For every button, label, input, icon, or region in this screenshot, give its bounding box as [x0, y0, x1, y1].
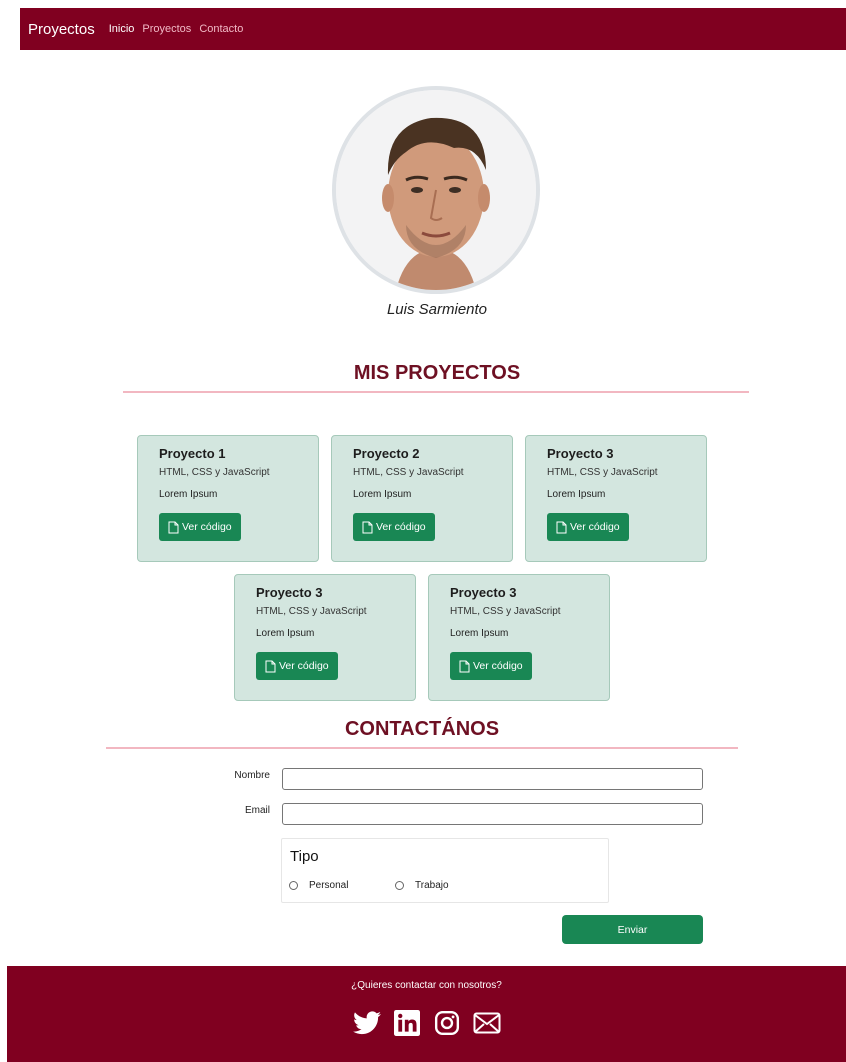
view-code-label: Ver código — [376, 521, 426, 533]
nav-link-proyectos[interactable]: Proyectos — [142, 23, 191, 35]
html-file-icon — [362, 521, 373, 533]
project-card: Proyecto 3 HTML, CSS y JavaScript Lorem … — [525, 435, 707, 562]
navbar-brand[interactable]: Proyectos — [28, 21, 95, 38]
view-code-button[interactable]: Ver código — [450, 652, 532, 680]
email-input[interactable] — [282, 803, 703, 825]
project-title: Proyecto 2 — [353, 446, 420, 461]
html-file-icon — [168, 521, 179, 533]
project-text: Lorem Ipsum — [256, 628, 315, 639]
footer: ¿Quieres contactar con nosotros? — [7, 966, 846, 1062]
project-text: Lorem Ipsum — [450, 628, 509, 639]
nav-link-inicio[interactable]: Inicio — [109, 23, 135, 35]
type-legend: Tipo — [290, 848, 319, 865]
contact-heading: CONTACTÁNOS — [344, 718, 500, 740]
radio-personal[interactable]: Personal — [289, 880, 348, 891]
footer-text: ¿Quieres contactar con nosotros? — [351, 980, 502, 991]
project-text: Lorem Ipsum — [159, 489, 218, 500]
mail-icon[interactable] — [472, 1008, 502, 1038]
twitter-icon[interactable] — [352, 1008, 382, 1038]
html-file-icon — [556, 521, 567, 533]
project-title: Proyecto 3 — [450, 585, 517, 600]
projects-divider — [123, 391, 749, 393]
project-title: Proyecto 3 — [547, 446, 614, 461]
project-subtitle: HTML, CSS y JavaScript — [256, 606, 367, 617]
view-code-label: Ver código — [182, 521, 232, 533]
radio-button[interactable] — [289, 881, 298, 890]
name-input[interactable] — [282, 768, 703, 790]
view-code-label: Ver código — [570, 521, 620, 533]
project-subtitle: HTML, CSS y JavaScript — [353, 467, 464, 478]
page: Proyectos Inicio Proyectos Contacto Luis… — [0, 0, 846, 1062]
project-subtitle: HTML, CSS y JavaScript — [159, 467, 270, 478]
submit-button[interactable]: Enviar — [562, 915, 703, 944]
email-label: Email — [244, 805, 270, 816]
view-code-label: Ver código — [279, 660, 329, 672]
view-code-button[interactable]: Ver código — [353, 513, 435, 541]
view-code-button[interactable]: Ver código — [256, 652, 338, 680]
project-card: Proyecto 1 HTML, CSS y JavaScript Lorem … — [137, 435, 319, 562]
radio-label: Trabajo — [415, 880, 449, 891]
linkedin-icon[interactable] — [392, 1008, 422, 1038]
project-subtitle: HTML, CSS y JavaScript — [547, 467, 658, 478]
project-card: Proyecto 3 HTML, CSS y JavaScript Lorem … — [428, 574, 610, 701]
projects-heading: MIS PROYECTOS — [353, 362, 521, 384]
radio-button[interactable] — [395, 881, 404, 890]
html-file-icon — [459, 660, 470, 672]
project-card: Proyecto 3 HTML, CSS y JavaScript Lorem … — [234, 574, 416, 701]
project-subtitle: HTML, CSS y JavaScript — [450, 606, 561, 617]
view-code-label: Ver código — [473, 660, 523, 672]
profile-name: Luis Sarmiento — [386, 301, 488, 318]
type-fieldset: Tipo Personal Trabajo — [281, 838, 609, 903]
name-label: Nombre — [234, 770, 270, 781]
html-file-icon — [265, 660, 276, 672]
project-text: Lorem Ipsum — [353, 489, 412, 500]
project-title: Proyecto 3 — [256, 585, 323, 600]
project-text: Lorem Ipsum — [547, 489, 606, 500]
view-code-button[interactable]: Ver código — [159, 513, 241, 541]
view-code-button[interactable]: Ver código — [547, 513, 629, 541]
navbar: Proyectos Inicio Proyectos Contacto — [20, 8, 846, 50]
project-card: Proyecto 2 HTML, CSS y JavaScript Lorem … — [331, 435, 513, 562]
radio-trabajo[interactable]: Trabajo — [395, 880, 449, 891]
project-title: Proyecto 1 — [159, 446, 226, 461]
user-photo-icon — [336, 90, 536, 290]
avatar — [332, 86, 540, 294]
nav-link-contacto[interactable]: Contacto — [199, 23, 243, 35]
contact-divider — [106, 747, 738, 749]
instagram-icon[interactable] — [432, 1008, 462, 1038]
social-links — [7, 1008, 846, 1038]
radio-label: Personal — [309, 880, 349, 891]
